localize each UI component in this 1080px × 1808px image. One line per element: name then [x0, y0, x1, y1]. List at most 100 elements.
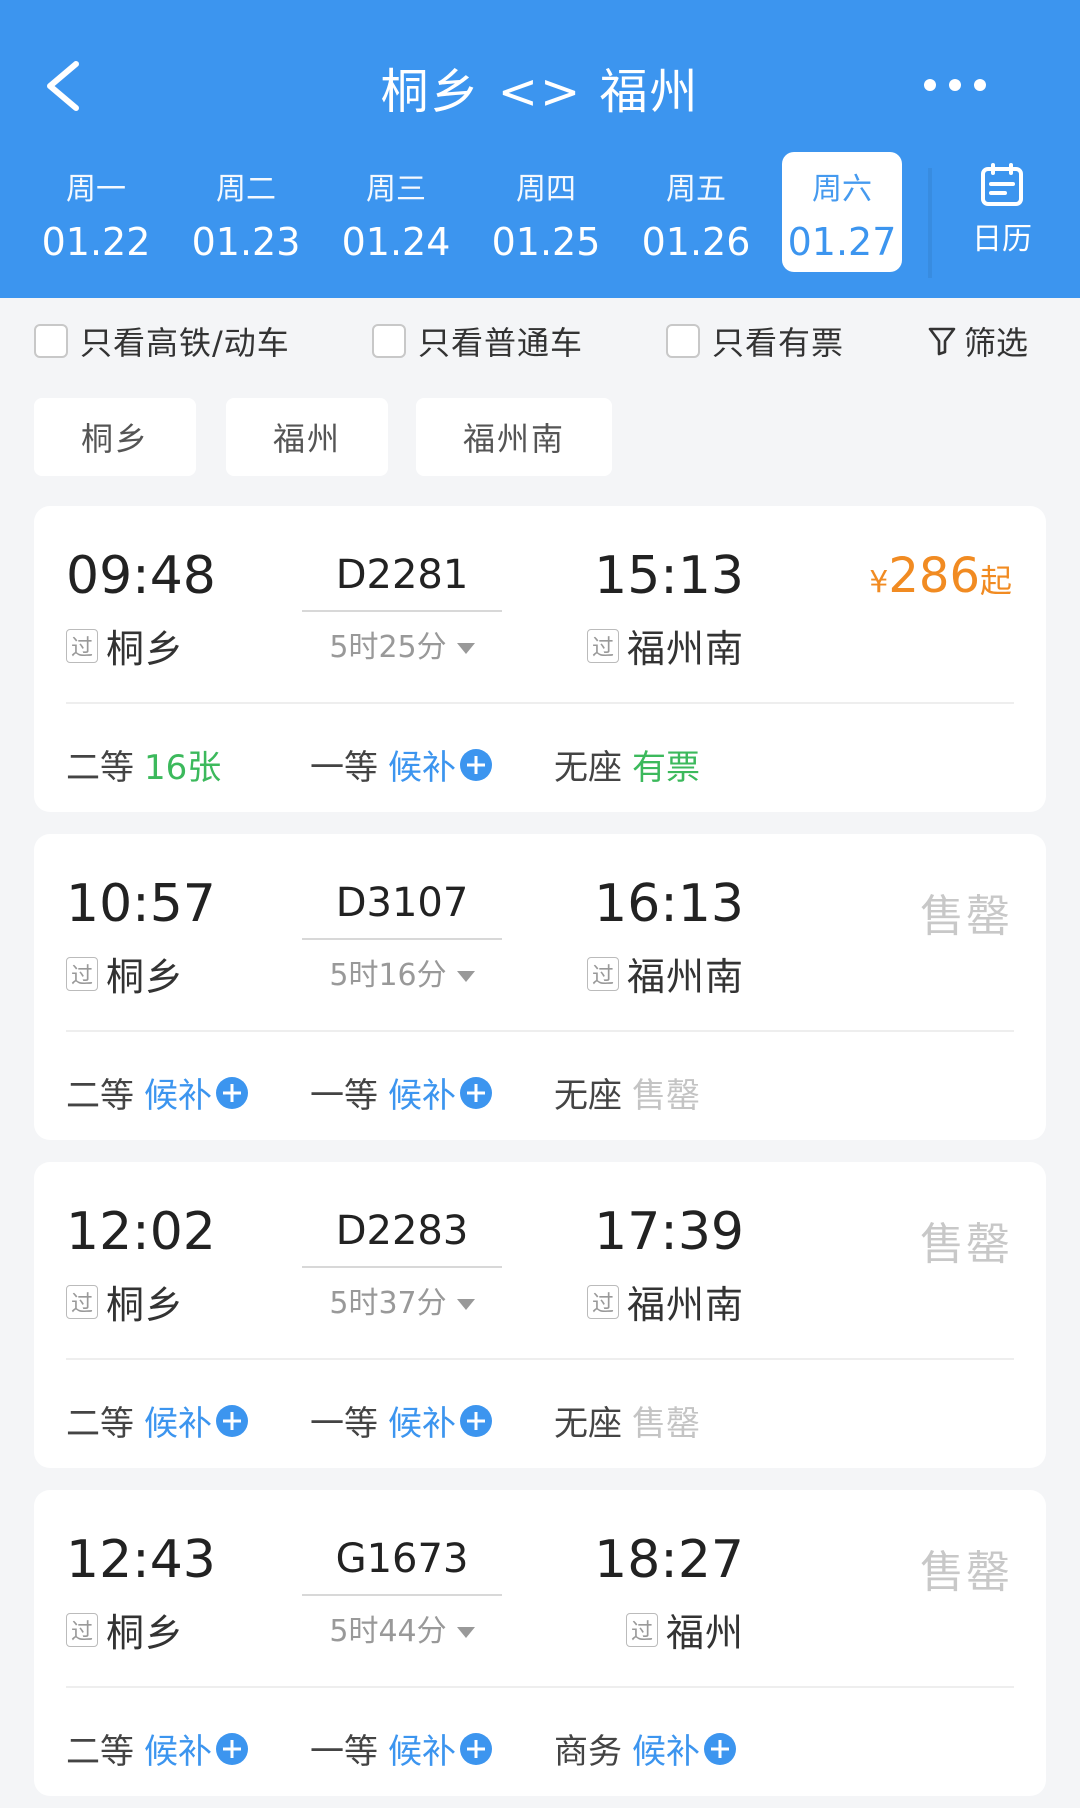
seat-status: 候补: [388, 1404, 456, 1444]
filter-high-speed[interactable]: 只看高铁/动车: [34, 320, 290, 362]
pass-badge: 过: [66, 956, 98, 991]
seat-second-class[interactable]: 二等 候补: [66, 1396, 248, 1445]
train-number: G1673: [335, 1536, 469, 1582]
date-tab-0122[interactable]: 周一 01.22: [36, 152, 156, 272]
plus-circle-icon[interactable]: [460, 748, 492, 781]
station-chip-fuzhou[interactable]: 福州: [226, 398, 388, 476]
filter-button-label: 筛选: [964, 324, 1029, 362]
arrival-station: 过 福州南: [586, 618, 744, 673]
arrival-time: 15:13: [594, 546, 744, 606]
seat-first-class[interactable]: 一等 候补: [310, 1724, 492, 1773]
filter-available-only[interactable]: 只看有票: [666, 320, 844, 362]
seat-standing: 无座 售罄: [554, 1068, 700, 1117]
train-card[interactable]: 12:02 过 桐乡 D2283 5时37分 17:39 过 福州南 售罄 二等…: [34, 1162, 1046, 1468]
pass-badge: 过: [586, 956, 619, 991]
pass-badge: 过: [66, 628, 98, 663]
seat-second-class[interactable]: 二等 候补: [66, 1068, 248, 1117]
duration-text: 5时44分: [329, 1614, 447, 1649]
caret-down-icon: [456, 643, 475, 654]
station-name: 福州: [665, 1611, 744, 1655]
date-tab-0127-selected[interactable]: 周六 01.27: [782, 152, 902, 272]
train-card[interactable]: 09:48 过 桐乡 D2281 5时25分 15:13 过 福州南 ¥286起…: [34, 506, 1046, 812]
page-title: 桐乡 <> 福州: [380, 64, 700, 120]
departure-time: 12:02: [66, 1202, 216, 1262]
pass-badge: 过: [66, 1612, 98, 1647]
filter-label: 只看高铁/动车: [80, 324, 290, 362]
header-bar: 桐乡 <> 福州 周一 01.22 周二 01.23 周三 01.24 周四 0…: [0, 0, 1080, 298]
seat-status: 有票: [632, 748, 700, 788]
seat-class: 二等: [66, 748, 134, 788]
train-card[interactable]: 12:43 过 桐乡 G1673 5时44分 18:27 过 福州 售罄 二等 …: [34, 1490, 1046, 1796]
duration-toggle[interactable]: 5时37分: [302, 1278, 502, 1322]
seat-first-class[interactable]: 一等 候补: [310, 1396, 492, 1445]
station-name: 桐乡: [106, 627, 185, 671]
sold-out-label: 售罄: [920, 1219, 1012, 1270]
filter-regular-train[interactable]: 只看普通车: [372, 320, 583, 362]
duration-toggle[interactable]: 5时25分: [302, 622, 502, 666]
seat-first-class[interactable]: 一等 候补: [310, 1068, 492, 1117]
station-name: 福州南: [626, 955, 744, 999]
arrival-station: 过 福州南: [586, 1274, 744, 1329]
train-card[interactable]: 10:57 过 桐乡 D3107 5时16分 16:13 过 福州南 售罄 二等…: [34, 834, 1046, 1140]
seat-second-class: 二等 16张: [66, 740, 221, 789]
duration-text: 5时25分: [329, 630, 447, 665]
date-value: 01.26: [641, 220, 751, 264]
seat-class: 一等: [310, 1732, 378, 1772]
card-divider: [66, 1686, 1014, 1688]
price-amount: 286: [888, 548, 980, 604]
arrival-station: 过 福州南: [586, 946, 744, 1001]
date-value: 01.24: [341, 220, 451, 264]
station-name: 桐乡: [106, 955, 185, 999]
seat-status: 售罄: [632, 1076, 700, 1116]
date-weekday: 周六: [812, 172, 872, 207]
filter-label: 只看有票: [712, 324, 845, 362]
station-name: 桐乡: [106, 1611, 185, 1655]
date-tab-0123[interactable]: 周二 01.23: [186, 152, 306, 272]
seat-status: 16张: [144, 748, 222, 788]
more-icon[interactable]: [920, 70, 990, 100]
plus-circle-icon[interactable]: [704, 1732, 736, 1765]
seat-business-class[interactable]: 商务 候补: [554, 1724, 736, 1773]
plus-circle-icon[interactable]: [216, 1404, 248, 1437]
seat-class: 一等: [310, 1076, 378, 1116]
plus-circle-icon[interactable]: [216, 1076, 248, 1109]
checkbox[interactable]: [666, 324, 700, 358]
arrival-station: 过 福州: [625, 1602, 744, 1657]
station-chip-tongxiang[interactable]: 桐乡: [34, 398, 196, 476]
seat-first-class[interactable]: 一等 候补: [310, 740, 492, 789]
calendar-button[interactable]: 日历: [942, 162, 1062, 272]
plus-circle-icon[interactable]: [460, 1404, 492, 1437]
calendar-divider: [928, 168, 932, 278]
seat-class: 无座: [554, 1404, 622, 1444]
train-number: D3107: [335, 880, 469, 926]
station-name: 福州南: [626, 1283, 744, 1327]
date-tab-0126[interactable]: 周五 01.26: [636, 152, 756, 272]
train-line: [302, 1594, 502, 1596]
station-chip-fuzhou-south[interactable]: 福州南: [416, 398, 612, 476]
departure-time: 09:48: [66, 546, 216, 606]
filter-row: 只看高铁/动车 只看普通车 只看有票 筛选: [0, 298, 1080, 382]
checkbox[interactable]: [34, 324, 68, 358]
checkbox[interactable]: [372, 324, 406, 358]
seat-standing: 无座 有票: [554, 740, 700, 789]
plus-circle-icon[interactable]: [460, 1732, 492, 1765]
seat-class: 二等: [66, 1076, 134, 1116]
pass-badge: 过: [625, 1612, 658, 1647]
date-value: 01.22: [41, 220, 151, 264]
pass-badge: 过: [586, 1284, 619, 1319]
duration-toggle[interactable]: 5时16分: [302, 950, 502, 994]
date-value: 01.25: [491, 220, 601, 264]
filter-button[interactable]: 筛选: [928, 320, 1028, 362]
train-line: [302, 938, 502, 940]
duration-toggle[interactable]: 5时44分: [302, 1606, 502, 1650]
seat-class: 无座: [554, 748, 622, 788]
plus-circle-icon[interactable]: [216, 1732, 248, 1765]
train-number: D2281: [335, 552, 469, 598]
date-tab-0125[interactable]: 周四 01.25: [486, 152, 606, 272]
date-tab-0124[interactable]: 周三 01.24: [336, 152, 456, 272]
caret-down-icon: [456, 1299, 475, 1310]
price: ¥286起: [869, 548, 1012, 604]
seat-second-class[interactable]: 二等 候补: [66, 1724, 248, 1773]
plus-circle-icon[interactable]: [460, 1076, 492, 1109]
seat-class: 二等: [66, 1404, 134, 1444]
